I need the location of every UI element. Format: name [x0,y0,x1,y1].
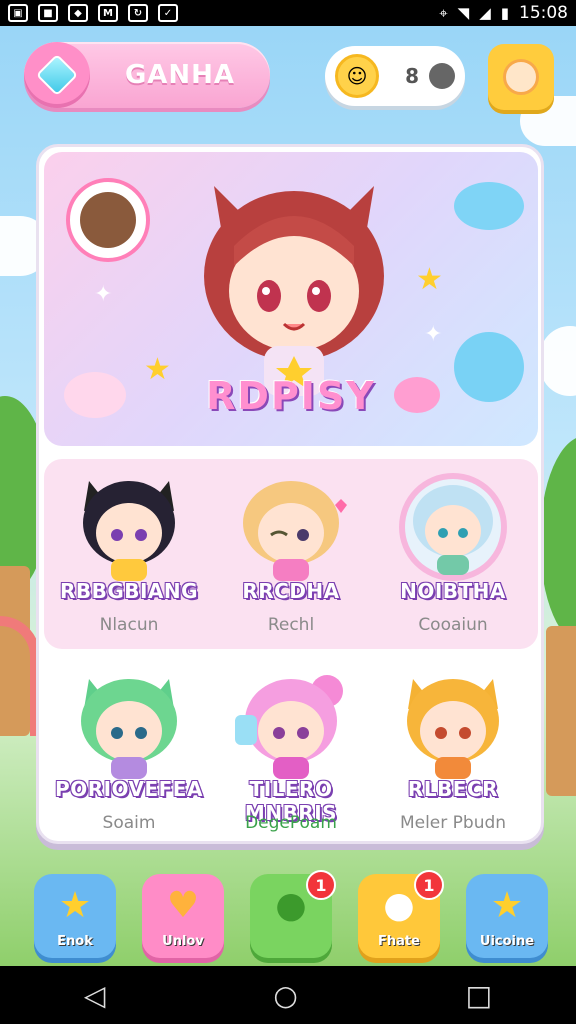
character-portrait [399,473,507,581]
character-name: RRCDHA [242,579,340,603]
nav-button-uicoine[interactable]: ★ Uicoine [466,874,548,958]
character-subtitle: Rechl [267,615,315,635]
signal-icon: ◢ [479,4,491,22]
nav-button-leaf[interactable]: ● 1 [250,870,336,958]
location-icon: ⌖ [439,4,448,22]
character-subtitle: Nlacun [99,615,159,635]
smiley-coin-icon: ☺ [335,54,379,98]
star-icon: ★ [490,884,524,926]
sync-icon: ↻ [128,4,148,22]
profile-face-icon [503,59,539,95]
character-subtitle: DegePoam [245,813,337,833]
character-card[interactable]: RRCDHA Rechl [211,459,371,649]
character-selection-card: ✦ ✦ ★ ★ RDPISY RBBGBIANG Nlacun RRCDHA R… [36,144,544,844]
featured-character-banner[interactable]: ✦ ✦ ★ ★ RDPISY [44,152,538,446]
character-card[interactable]: NOIBTHA Cooaiun [373,459,533,649]
character-row-2: PORIOVEFEA Soaim TILERO MNBRIS DegePoam [44,657,538,847]
drive-icon: ✓ [158,4,178,22]
character-subtitle: Soaim [102,813,156,833]
nav-label: Unlov [162,934,204,949]
star-icon: ★ [58,884,92,926]
fence-decoration [546,626,576,796]
status-left-icons: ▣ ■ ◆ M ↻ ✓ [8,4,178,22]
status-right: ⌖ ◥ ◢ ▮ 15:08 [439,3,568,23]
app-icon: ◆ [68,4,88,22]
character-card[interactable]: RBBGBIANG Nlacun [49,459,209,649]
notification-icon: ■ [38,4,58,22]
avatar-speech-bubble[interactable] [66,178,150,262]
home-icon[interactable]: ○ [273,979,297,1012]
character-name: RBBGBIANG [59,579,199,603]
battery-icon: ▮ [500,4,509,22]
nav-label: Fhate [378,934,420,949]
avatar-mini-icon [429,63,455,89]
nav-button-enok[interactable]: ★ Enok [34,874,116,958]
gem-button[interactable] [24,42,90,108]
character-portrait [235,675,343,779]
character-name: PORIOVEFEA [55,777,203,801]
nav-label: Enok [57,934,93,949]
character-portrait [407,679,499,779]
heart-icon: ♥ [166,884,200,926]
back-icon[interactable]: ◁ [84,979,106,1012]
coin-count: 8 [405,64,419,88]
sparkle-icon: ✦ [424,322,443,347]
character-portrait [83,481,175,581]
bottom-navigation: ★ Enok ♥ Unlov ● 1 ● Fhate 1 ★ Uicoine [0,868,576,964]
character-portrait [243,481,347,581]
status-bar: ▣ ■ ◆ M ↻ ✓ ⌖ ◥ ◢ ▮ 15:08 [0,0,576,26]
system-navigation-bar: ◁ ○ □ [0,966,576,1024]
nav-label: Uicoine [479,934,535,949]
profile-button[interactable] [488,44,554,110]
cloud-decoration [540,326,576,396]
notification-badge: 1 [306,870,336,900]
recents-icon[interactable]: □ [466,979,492,1012]
nav-button-fhate[interactable]: ● Fhate 1 [358,870,444,958]
gmail-icon: M [98,4,118,22]
app-title: GANHA [124,60,236,90]
wifi-icon: ◥ [457,4,470,22]
star-icon: ★ [416,262,443,297]
character-name: NOIBTHA [400,579,506,603]
character-row-1: RBBGBIANG Nlacun RRCDHA Rechl NOIBTHA Co… [44,459,538,649]
diamond-icon [35,53,79,97]
character-card[interactable]: RLBECR Meler Pbudn [373,657,533,847]
cloud-blob-icon [454,182,524,230]
sim-icon: ▣ [8,4,28,22]
rainbow-decoration [0,616,40,736]
currency-pill[interactable]: ☺ 8 [325,46,465,106]
title-banner[interactable]: GANHA [24,42,270,108]
character-subtitle: Meler Pbudn [399,813,507,833]
character-subtitle: Cooaiun [418,615,488,635]
character-name: RLBECR [407,777,499,801]
tree-decoration [540,436,576,646]
nav-button-unlov[interactable]: ♥ Unlov [142,874,224,958]
avatar-face-icon [80,192,136,248]
character-card[interactable]: TILERO MNBRIS DegePoam [211,657,371,847]
clock: 15:08 [519,3,568,23]
notification-badge: 1 [414,870,444,900]
featured-character-name: RDPISY [206,374,376,418]
character-card[interactable]: PORIOVEFEA Soaim [49,657,209,847]
sparkle-icon: ✦ [94,282,113,307]
character-portrait [81,679,177,779]
